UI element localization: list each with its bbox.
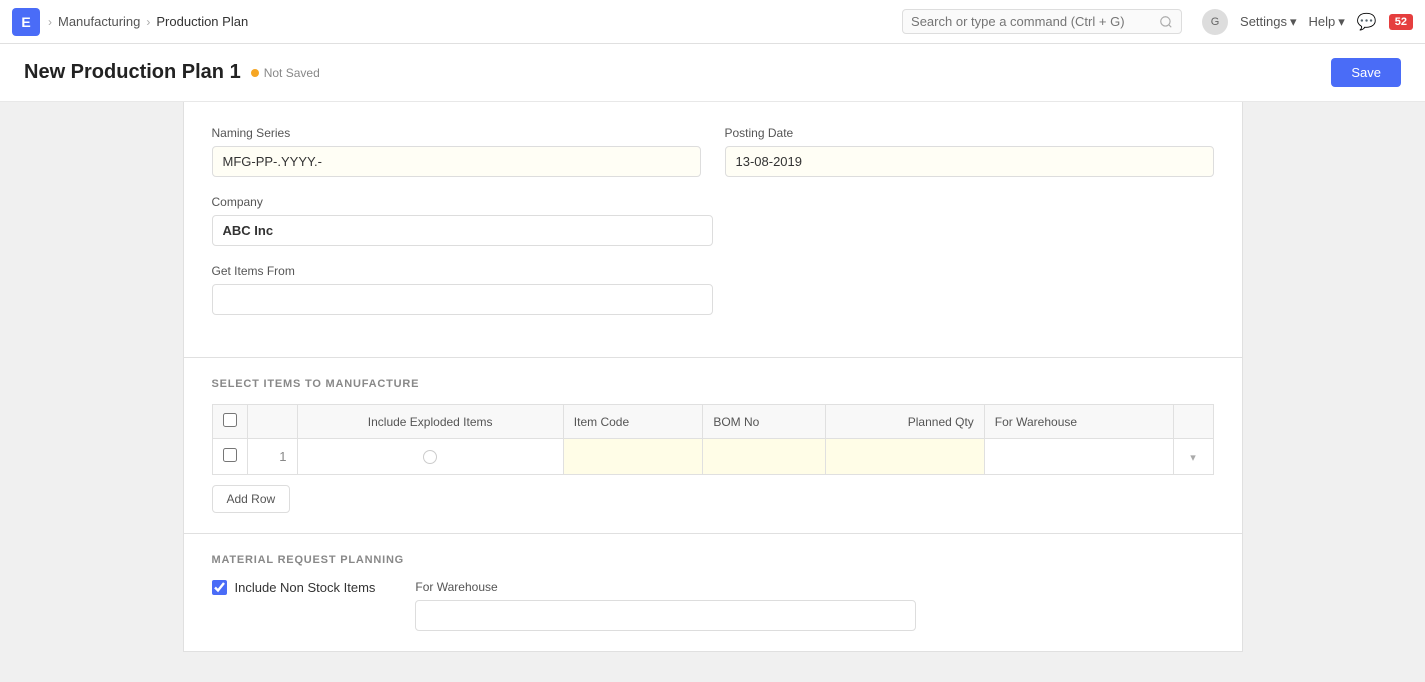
breadcrumb-chevron-2: › bbox=[146, 15, 150, 29]
brand-logo: E bbox=[12, 8, 40, 36]
chat-icon[interactable]: 💬 bbox=[1357, 12, 1377, 32]
include-non-stock-group: Include Non Stock Items bbox=[212, 580, 376, 595]
navbar: E › Manufacturing › Production Plan G Se… bbox=[0, 0, 1425, 44]
help-button[interactable]: Help ▾ bbox=[1309, 14, 1345, 30]
col-for-warehouse: For Warehouse bbox=[984, 405, 1173, 439]
select-items-section: SELECT ITEMS TO MANUFACTURE Include Expl… bbox=[183, 358, 1243, 534]
item-code-cell[interactable] bbox=[563, 439, 703, 475]
save-button[interactable]: Save bbox=[1331, 58, 1401, 87]
include-non-stock-label[interactable]: Include Non Stock Items bbox=[212, 580, 376, 595]
get-items-input[interactable] bbox=[212, 284, 713, 315]
col-bom-no: BOM No bbox=[703, 405, 825, 439]
navbar-right: G Settings ▾ Help ▾ 💬 52 bbox=[1202, 9, 1413, 35]
form-section: Naming Series Posting Date Company Get I… bbox=[183, 102, 1243, 358]
help-chevron-icon: ▾ bbox=[1338, 14, 1345, 30]
company-input[interactable] bbox=[212, 215, 713, 246]
planned-qty-cell[interactable] bbox=[825, 439, 984, 475]
for-warehouse-input[interactable] bbox=[415, 600, 916, 631]
row-checkbox-cell[interactable] bbox=[212, 439, 247, 475]
include-non-stock-text: Include Non Stock Items bbox=[235, 580, 376, 595]
breadcrumb: › Manufacturing › Production Plan bbox=[48, 14, 248, 29]
for-warehouse-cell[interactable] bbox=[984, 439, 1173, 475]
row-actions-cell[interactable]: ▾ bbox=[1173, 439, 1213, 475]
bom-no-cell[interactable] bbox=[703, 439, 825, 475]
row-dropdown-icon[interactable]: ▾ bbox=[1190, 452, 1196, 464]
include-non-stock-checkbox[interactable] bbox=[212, 580, 227, 595]
material-request-header: MATERIAL REQUEST PLANNING bbox=[212, 554, 1214, 566]
col-item-code: Item Code bbox=[563, 405, 703, 439]
table-row: 1 ▾ bbox=[212, 439, 1213, 475]
row-number: 1 bbox=[247, 439, 297, 475]
for-warehouse-label: For Warehouse bbox=[415, 580, 916, 594]
posting-date-group: Posting Date bbox=[725, 126, 1214, 177]
user-avatar[interactable]: G bbox=[1202, 9, 1228, 35]
settings-chevron-icon: ▾ bbox=[1290, 14, 1297, 30]
posting-date-label: Posting Date bbox=[725, 126, 1214, 140]
page-title-group: New Production Plan 1 Not Saved bbox=[24, 61, 320, 84]
notification-badge[interactable]: 52 bbox=[1389, 14, 1413, 30]
page-header: New Production Plan 1 Not Saved Save bbox=[0, 44, 1425, 102]
table-header-row: Include Exploded Items Item Code BOM No … bbox=[212, 405, 1213, 439]
breadcrumb-manufacturing[interactable]: Manufacturing bbox=[58, 14, 140, 29]
search-icon bbox=[1159, 15, 1173, 29]
company-label: Company bbox=[212, 195, 713, 209]
select-items-header: SELECT ITEMS TO MANUFACTURE bbox=[212, 378, 1214, 390]
naming-posting-row: Naming Series Posting Date bbox=[212, 126, 1214, 177]
get-items-label: Get Items From bbox=[212, 264, 713, 278]
col-actions bbox=[1173, 405, 1213, 439]
breadcrumb-chevron-1: › bbox=[48, 15, 52, 29]
company-row: Company bbox=[212, 195, 713, 246]
company-group: Company bbox=[212, 195, 713, 246]
status-dot-icon bbox=[251, 69, 259, 77]
settings-button[interactable]: Settings ▾ bbox=[1240, 14, 1297, 30]
get-items-group: Get Items From bbox=[212, 264, 713, 315]
status-label: Not Saved bbox=[264, 66, 320, 80]
naming-series-group: Naming Series bbox=[212, 126, 701, 177]
for-warehouse-group: For Warehouse bbox=[415, 580, 916, 631]
page-title: New Production Plan 1 bbox=[24, 61, 241, 84]
col-rownum bbox=[247, 405, 297, 439]
search-input[interactable] bbox=[911, 14, 1153, 29]
naming-series-label: Naming Series bbox=[212, 126, 701, 140]
col-planned-qty: Planned Qty bbox=[825, 405, 984, 439]
material-request-section: MATERIAL REQUEST PLANNING Include Non St… bbox=[183, 534, 1243, 652]
search-bar[interactable] bbox=[902, 9, 1182, 34]
main-content: Naming Series Posting Date Company Get I… bbox=[0, 102, 1425, 682]
select-all-checkbox[interactable] bbox=[223, 413, 237, 427]
toggle-circle-icon bbox=[423, 450, 437, 464]
status-badge: Not Saved bbox=[251, 66, 320, 80]
row-checkbox[interactable] bbox=[223, 448, 237, 462]
col-checkbox bbox=[212, 405, 247, 439]
include-exploded-cell[interactable] bbox=[297, 439, 563, 475]
naming-series-input[interactable] bbox=[212, 146, 701, 177]
get-items-row: Get Items From bbox=[212, 264, 713, 315]
items-table: Include Exploded Items Item Code BOM No … bbox=[212, 404, 1214, 475]
breadcrumb-production-plan: Production Plan bbox=[156, 14, 248, 29]
add-row-button[interactable]: Add Row bbox=[212, 485, 291, 513]
col-include-exploded: Include Exploded Items bbox=[297, 405, 563, 439]
posting-date-input[interactable] bbox=[725, 146, 1214, 177]
